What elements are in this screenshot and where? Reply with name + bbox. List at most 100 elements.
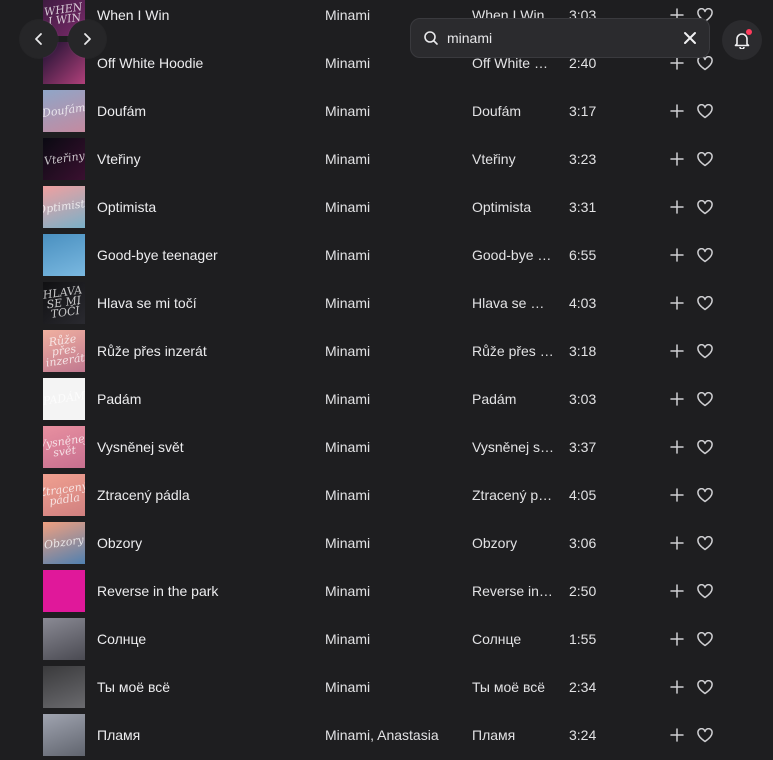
track-title[interactable]: Good-bye teenager xyxy=(97,231,312,279)
track-title[interactable]: Пламя xyxy=(97,711,312,759)
album-cover[interactable]: Vysněnej svět xyxy=(43,426,85,468)
add-to-playlist-button[interactable] xyxy=(667,437,687,457)
track-row[interactable]: Vysněnej svět Vysněnej svět Minami Vysněnej… xyxy=(0,423,773,471)
track-album[interactable]: Růže přes inzerát xyxy=(472,327,554,375)
track-row[interactable]: PADÁM Padám Minami Padám 3:03 xyxy=(0,375,773,423)
add-to-playlist-button[interactable] xyxy=(667,197,687,217)
track-artist[interactable]: Minami xyxy=(325,567,451,615)
track-album[interactable]: Good-bye teenager xyxy=(472,231,554,279)
track-album[interactable]: Vysněnej svět xyxy=(472,423,554,471)
track-artist[interactable]: Minami xyxy=(325,279,451,327)
track-album[interactable]: Ты моё всё xyxy=(472,663,554,711)
like-button[interactable] xyxy=(695,677,715,697)
track-title[interactable]: Obzory xyxy=(97,519,312,567)
track-artist[interactable]: Minami xyxy=(325,663,451,711)
track-row[interactable]: Optimista Optimista Minami Optimista 3:31 xyxy=(0,183,773,231)
notifications-button[interactable] xyxy=(722,20,762,60)
like-button[interactable] xyxy=(695,197,715,217)
track-row[interactable]: Reverse in the park Minami Reverse in the … xyxy=(0,567,773,615)
track-row[interactable]: Ztracený pádla Ztracený pádla Minami Ztrace… xyxy=(0,471,773,519)
album-cover[interactable] xyxy=(43,234,85,276)
track-row[interactable]: Good-bye teenager Minami Good-bye teenager… xyxy=(0,231,773,279)
add-to-playlist-button[interactable] xyxy=(667,245,687,265)
add-to-playlist-button[interactable] xyxy=(667,101,687,121)
track-title[interactable]: Padám xyxy=(97,375,312,423)
track-artist[interactable]: Minami xyxy=(325,327,451,375)
album-cover[interactable]: Obzory xyxy=(43,522,85,564)
track-album[interactable]: Пламя xyxy=(472,711,554,759)
like-button[interactable] xyxy=(695,341,715,361)
track-artist[interactable]: Minami xyxy=(325,183,451,231)
track-row[interactable]: Пламя Minami, Anastasia Пламя 3:24 xyxy=(0,711,773,759)
add-to-playlist-button[interactable] xyxy=(667,677,687,697)
album-cover[interactable]: PADÁM xyxy=(43,378,85,420)
album-cover[interactable]: Růže přes inzerát xyxy=(43,330,85,372)
track-artist[interactable]: Minami xyxy=(325,423,451,471)
add-to-playlist-button[interactable] xyxy=(667,725,687,745)
back-button[interactable] xyxy=(20,20,58,58)
search-input[interactable] xyxy=(447,19,667,57)
track-title[interactable]: Солнце xyxy=(97,615,312,663)
track-artist[interactable]: Minami xyxy=(325,471,451,519)
like-button[interactable] xyxy=(695,293,715,313)
album-cover[interactable] xyxy=(43,570,85,612)
add-to-playlist-button[interactable] xyxy=(667,293,687,313)
track-artist[interactable]: Minami xyxy=(325,231,451,279)
track-title[interactable]: Reverse in the park xyxy=(97,567,312,615)
track-title[interactable]: Vteřiny xyxy=(97,135,312,183)
track-row[interactable]: Солнце Minami Солнце 1:55 xyxy=(0,615,773,663)
track-album[interactable]: Ztracený pádla xyxy=(472,471,554,519)
album-cover[interactable]: Doufám xyxy=(43,90,85,132)
like-button[interactable] xyxy=(695,245,715,265)
track-artist[interactable]: Minami xyxy=(325,615,451,663)
track-album[interactable]: Vteřiny xyxy=(472,135,554,183)
like-button[interactable] xyxy=(695,629,715,649)
add-to-playlist-button[interactable] xyxy=(667,341,687,361)
track-artist[interactable]: Minami, Anastasia xyxy=(325,711,451,759)
album-cover[interactable] xyxy=(43,714,85,756)
track-row[interactable]: Ты моё всё Minami Ты моё всё 2:34 xyxy=(0,663,773,711)
album-cover[interactable]: HLAVA SE MI TOČÍ xyxy=(43,282,85,324)
like-button[interactable] xyxy=(695,101,715,121)
track-title[interactable]: When I Win xyxy=(97,0,312,39)
track-row[interactable]: Vteřiny Vteřiny Minami Vteřiny 3:23 xyxy=(0,135,773,183)
track-title[interactable]: Růže přes inzerát xyxy=(97,327,312,375)
track-title[interactable]: Doufám xyxy=(97,87,312,135)
track-title[interactable]: Ztracený pádla xyxy=(97,471,312,519)
track-artist[interactable]: Minami xyxy=(325,87,451,135)
like-button[interactable] xyxy=(695,389,715,409)
like-button[interactable] xyxy=(695,437,715,457)
add-to-playlist-button[interactable] xyxy=(667,389,687,409)
track-row[interactable]: Doufám Doufám Minami Doufám 3:17 xyxy=(0,87,773,135)
add-to-playlist-button[interactable] xyxy=(667,629,687,649)
like-button[interactable] xyxy=(695,485,715,505)
track-row[interactable]: Obzory Obzory Minami Obzory 3:06 xyxy=(0,519,773,567)
track-row[interactable]: Růže přes inzerát Růže přes inzerát Minami… xyxy=(0,327,773,375)
like-button[interactable] xyxy=(695,581,715,601)
album-cover[interactable]: Vteřiny xyxy=(43,138,85,180)
track-title[interactable]: Hlava se mi točí xyxy=(97,279,312,327)
track-album[interactable]: Obzory xyxy=(472,519,554,567)
track-title[interactable]: Ты моё всё xyxy=(97,663,312,711)
like-button[interactable] xyxy=(695,149,715,169)
track-album[interactable]: Padám xyxy=(472,375,554,423)
album-cover[interactable]: Ztracený pádla xyxy=(43,474,85,516)
track-title[interactable]: Vysněnej svět xyxy=(97,423,312,471)
track-artist[interactable]: Minami xyxy=(325,135,451,183)
add-to-playlist-button[interactable] xyxy=(667,581,687,601)
track-album[interactable]: Optimista xyxy=(472,183,554,231)
track-album[interactable]: Солнце xyxy=(472,615,554,663)
like-button[interactable] xyxy=(695,725,715,745)
track-album[interactable]: Reverse in the park xyxy=(472,567,554,615)
track-title[interactable]: Optimista xyxy=(97,183,312,231)
add-to-playlist-button[interactable] xyxy=(667,149,687,169)
add-to-playlist-button[interactable] xyxy=(667,533,687,553)
add-to-playlist-button[interactable] xyxy=(667,485,687,505)
album-cover[interactable] xyxy=(43,618,85,660)
track-artist[interactable]: Minami xyxy=(325,519,451,567)
track-album[interactable]: Hlava se mi točí xyxy=(472,279,554,327)
album-cover[interactable]: Optimista xyxy=(43,186,85,228)
album-cover[interactable] xyxy=(43,666,85,708)
clear-search-button[interactable] xyxy=(681,29,699,47)
forward-button[interactable] xyxy=(68,20,106,58)
